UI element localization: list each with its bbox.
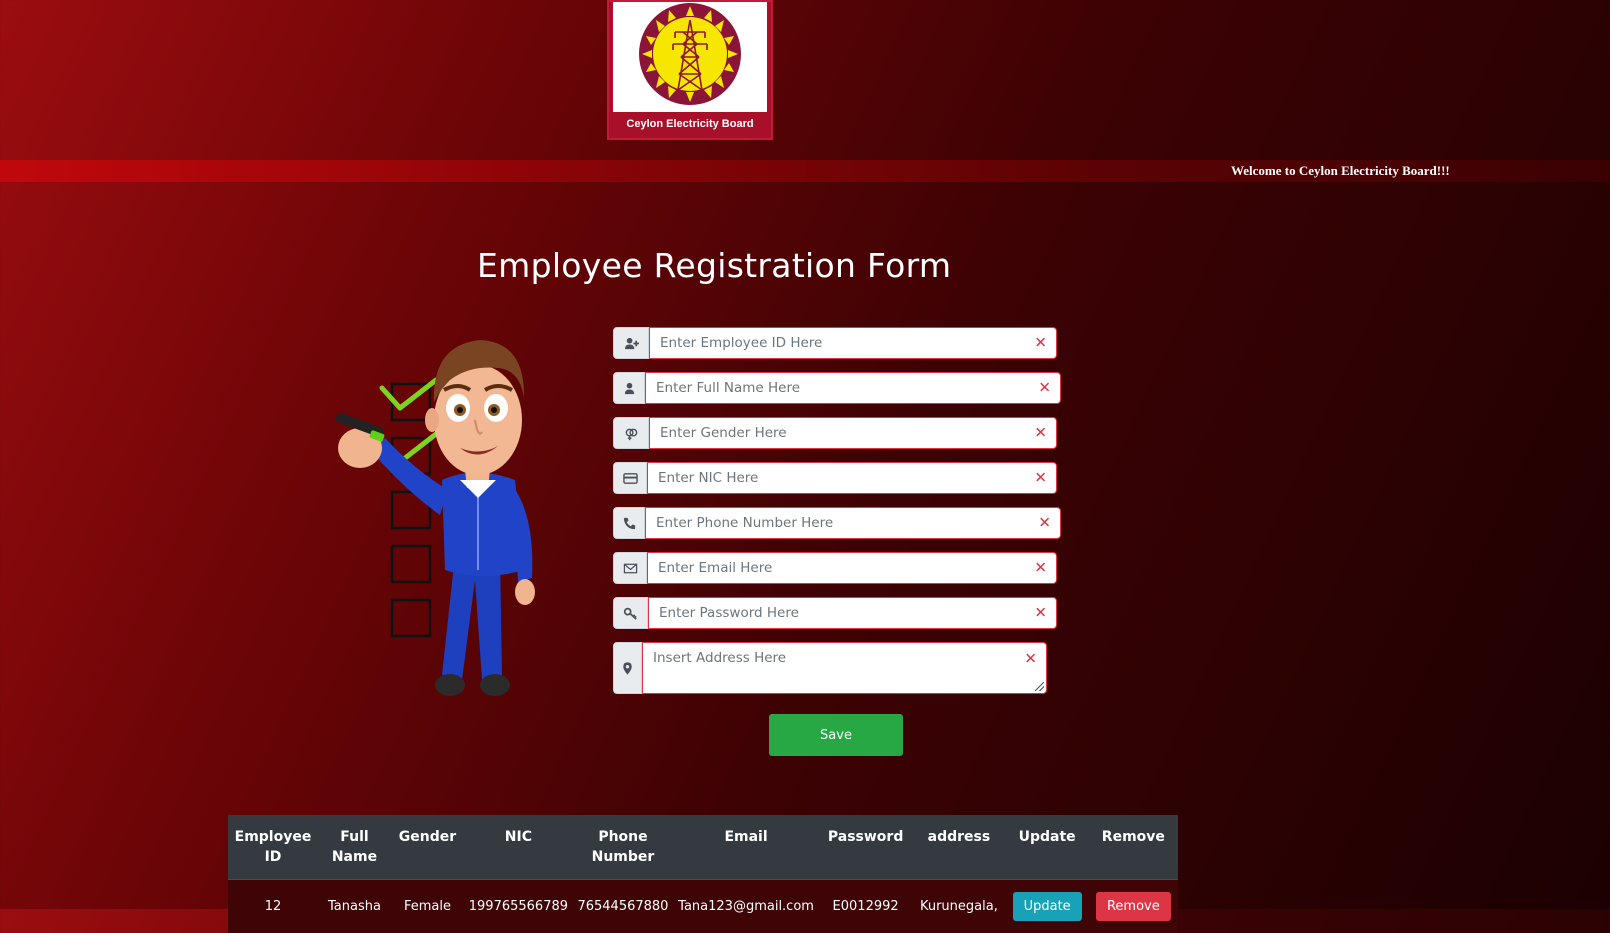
phone-icon [622,516,637,531]
full-name-group: ✕ [613,372,1061,404]
cell-gender: Female [391,880,464,933]
invalid-x-icon: ✕ [1034,471,1047,486]
employee-id-input[interactable] [650,328,1056,358]
cell-address: Kurunegala, [912,880,1005,933]
col-header-remove: Remove [1089,815,1178,880]
invalid-x-icon: ✕ [1024,652,1037,667]
cell-employee-id: 12 [228,880,318,933]
user-plus-icon [624,336,639,351]
gender-input[interactable] [650,418,1056,448]
col-header-nic: NIC [464,815,573,880]
employee-id-input-wrap: ✕ [649,327,1057,359]
col-header-address: address [912,815,1005,880]
key-icon [623,606,638,621]
gender-group: ✕ [613,417,1057,449]
invalid-x-icon: ✕ [1034,336,1047,351]
col-header-update: Update [1006,815,1089,880]
phone-addon [613,507,645,539]
col-header-password: Password [819,815,912,880]
table-header-row: Employee ID Full Name Gender NIC Phone N… [228,815,1178,880]
nic-addon [613,462,647,494]
cell-full-name: Tanasha [318,880,391,933]
ceb-logo: Ceylon Electricity Board [607,0,773,140]
welcome-marquee: Welcome to Ceylon Electricity Board!!! [0,160,1610,182]
user-icon [622,381,637,396]
phone-input-wrap: ✕ [645,507,1061,539]
gender-icon [624,426,639,441]
cell-remove: Remove [1089,880,1178,933]
invalid-x-icon: ✕ [1034,606,1047,621]
cell-password: E0012992 [819,880,912,933]
password-group: ✕ [613,597,1057,629]
email-addon [613,552,647,584]
address-input-wrap: ✕ [642,642,1047,694]
gender-input-wrap: ✕ [649,417,1057,449]
table-row: 12 Tanasha Female 199765566789 765445678… [228,880,1178,933]
password-input[interactable] [649,598,1056,628]
employee-table: Employee ID Full Name Gender NIC Phone N… [228,815,1178,933]
invalid-x-icon: ✕ [1038,381,1051,396]
sun-tower-emblem-icon [613,2,767,112]
invalid-x-icon: ✕ [1034,561,1047,576]
logo-emblem [613,2,767,112]
marquee-text: Welcome to Ceylon Electricity Board!!! [1231,163,1450,179]
page-title: Employee Registration Form [477,246,951,285]
full-name-input[interactable] [646,373,1060,403]
nic-input[interactable] [648,463,1056,493]
employee-id-group: ✕ [613,327,1057,359]
worker-illustration-icon [320,320,560,715]
gender-addon [613,417,649,449]
remove-button[interactable]: Remove [1096,892,1171,921]
cell-update: Update [1006,880,1089,933]
employee-id-addon [613,327,649,359]
col-header-phone: Phone Number [573,815,673,880]
address-group: ✕ [613,642,1047,694]
email-group: ✕ [613,552,1057,584]
email-input[interactable] [648,553,1056,583]
save-button[interactable]: Save [769,714,903,756]
update-button[interactable]: Update [1013,892,1082,921]
password-addon [613,597,648,629]
address-textarea[interactable] [643,643,1046,693]
nic-group: ✕ [613,462,1057,494]
full-name-addon [613,372,645,404]
nic-input-wrap: ✕ [647,462,1057,494]
col-header-email: Email [673,815,819,880]
map-pin-icon [620,661,635,676]
phone-input[interactable] [646,508,1060,538]
col-header-gender: Gender [391,815,464,880]
invalid-x-icon: ✕ [1038,516,1051,531]
col-header-employee-id: Employee ID [228,815,318,880]
email-input-wrap: ✕ [647,552,1057,584]
credit-card-icon [623,471,638,486]
logo-text: Ceylon Electricity Board [609,118,771,130]
resize-handle[interactable] [1035,682,1044,691]
col-header-full-name: Full Name [318,815,391,880]
full-name-input-wrap: ✕ [645,372,1061,404]
phone-group: ✕ [613,507,1061,539]
cell-nic: 199765566789 [464,880,573,933]
worker-checklist-illustration [320,320,560,715]
cell-phone: 76544567880 [573,880,673,933]
envelope-icon [623,561,638,576]
invalid-x-icon: ✕ [1034,426,1047,441]
cell-email: Tana123@gmail.com [673,880,819,933]
address-addon [613,642,642,694]
password-input-wrap: ✕ [648,597,1057,629]
